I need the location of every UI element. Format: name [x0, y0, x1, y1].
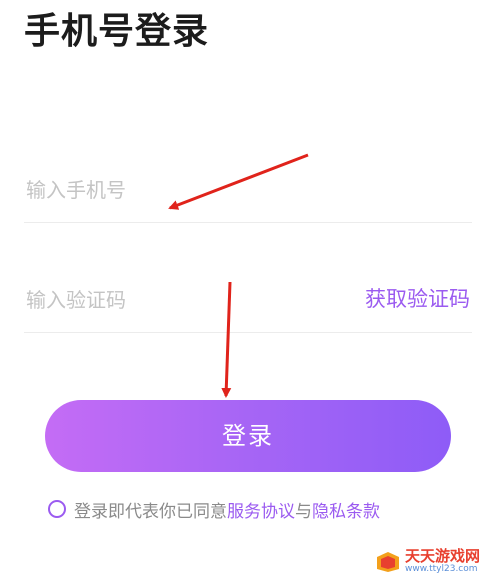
page-title: 手机号登录: [24, 11, 210, 52]
agreement-conjunction: 与: [295, 501, 312, 522]
get-code-button[interactable]: 获取验证码: [365, 284, 470, 314]
code-field: 获取验证码: [24, 272, 472, 333]
watermark-name: 天天游戏网: [404, 547, 480, 565]
watermark-url: www.ttyl23.com: [404, 564, 478, 574]
service-agreement-link[interactable]: 服务协议: [227, 497, 295, 522]
agreement-row: 登录即代表你已同意 服务协议 与 隐私条款: [48, 497, 380, 522]
watermark: 天天游戏网 www.ttyl23.com: [375, 549, 480, 574]
site-logo-icon: [375, 551, 401, 573]
agreement-radio[interactable]: [48, 500, 66, 518]
agreement-text: 登录即代表你已同意: [74, 501, 227, 522]
privacy-policy-link[interactable]: 隐私条款: [312, 497, 380, 522]
phone-field: [24, 162, 472, 223]
phone-input[interactable]: [26, 170, 326, 210]
login-button[interactable]: 登录: [45, 400, 451, 472]
verification-code-input[interactable]: [26, 280, 326, 320]
login-page: 手机号登录 获取验证码 登录 登录即代表你已同意 服务协议 与 隐私条款: [0, 0, 484, 578]
